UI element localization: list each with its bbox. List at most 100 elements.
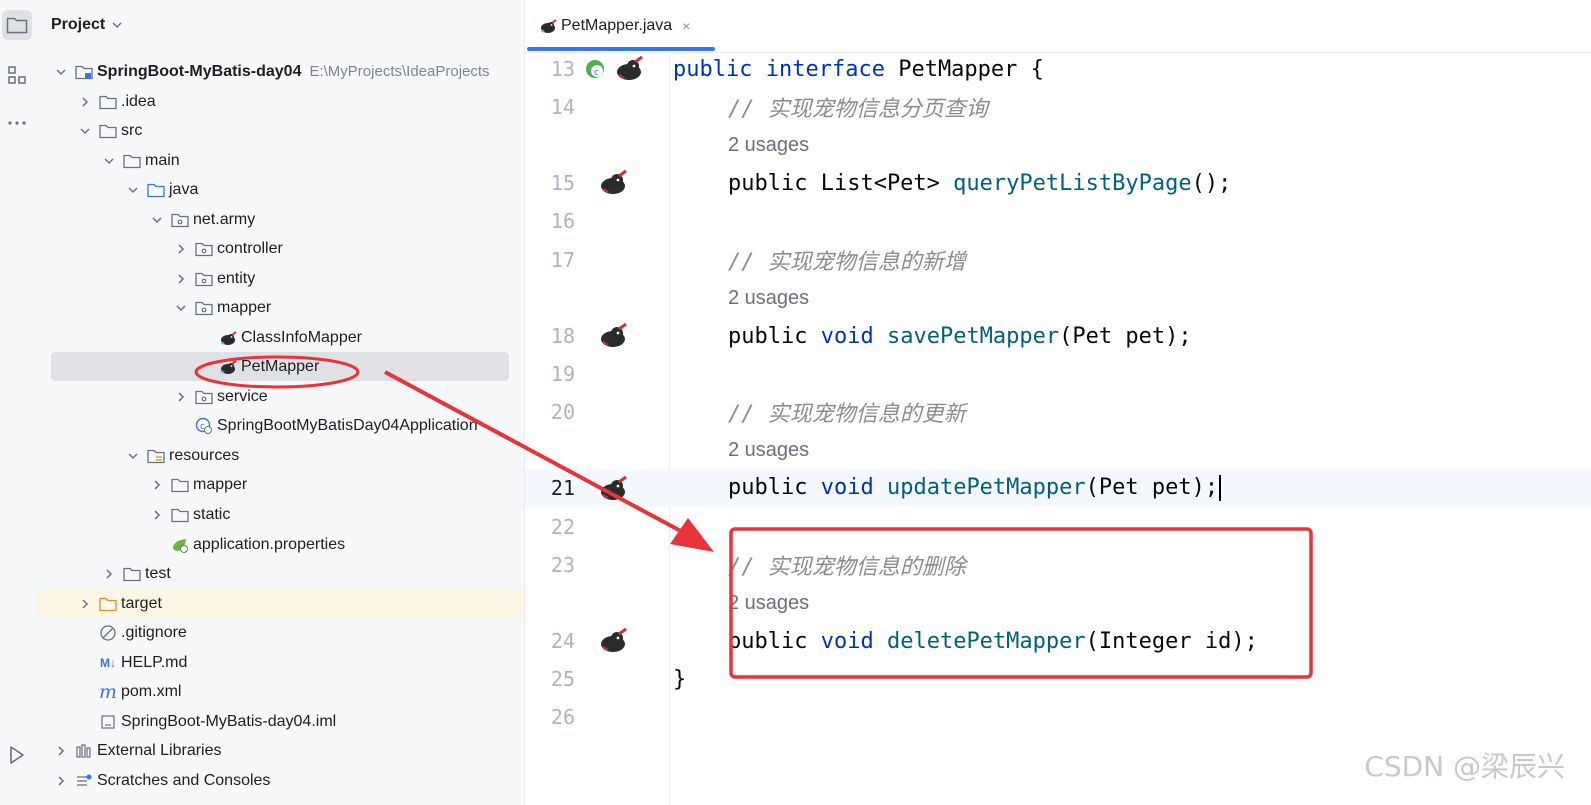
svg-text:c: c bbox=[594, 68, 599, 78]
tree-item-gitignore[interactable]: .gitignore bbox=[37, 618, 524, 647]
spring-bean-gutter-icon[interactable]: c bbox=[583, 55, 615, 83]
tree-label: .gitignore bbox=[121, 623, 187, 641]
mybatis-gutter-icon[interactable] bbox=[597, 627, 629, 655]
chevron-right-icon[interactable] bbox=[149, 507, 165, 523]
folder-icon[interactable] bbox=[2, 10, 32, 40]
chevron-right-icon[interactable] bbox=[53, 743, 69, 759]
chevron-right-icon[interactable] bbox=[77, 94, 93, 110]
line-number: 15 bbox=[550, 171, 575, 195]
resources-folder-icon bbox=[147, 448, 165, 464]
chevron-right-icon[interactable] bbox=[173, 389, 189, 405]
usages-hint-row[interactable]: 2 usages bbox=[525, 279, 1591, 317]
tree-label: External Libraries bbox=[97, 741, 222, 759]
tree-item-entity[interactable]: entity bbox=[37, 264, 524, 293]
chevron-down-icon[interactable] bbox=[125, 448, 141, 464]
tree-item-idea[interactable]: .idea bbox=[37, 87, 524, 116]
tree-item-resources[interactable]: resources bbox=[37, 441, 524, 470]
chevron-down-icon[interactable] bbox=[101, 153, 117, 169]
tree-item-test[interactable]: test bbox=[37, 559, 524, 588]
line-number: 26 bbox=[550, 705, 575, 729]
code-line-24[interactable]: 24 public void deletePetMapper(Integer i… bbox=[525, 622, 1591, 660]
tree-item-classinfomapper[interactable]: ClassInfoMapper bbox=[37, 323, 524, 352]
code-line-26[interactable]: 26 bbox=[525, 698, 1591, 736]
text-caret bbox=[1219, 475, 1222, 501]
tree-item-main[interactable]: main bbox=[37, 146, 524, 175]
code-line-22[interactable]: 22 bbox=[525, 508, 1591, 546]
chevron-down-icon[interactable] bbox=[53, 64, 69, 80]
tree-item-help-md[interactable]: M↓ HELP.md bbox=[37, 648, 524, 677]
tree-item-resources-mapper[interactable]: mapper bbox=[37, 470, 524, 499]
tree-item-pom-xml[interactable]: m pom.xml bbox=[37, 677, 524, 706]
code-line-21[interactable]: 21 public void updatePetMapper(Pet pet); bbox=[525, 469, 1591, 507]
chevron-down-icon[interactable] bbox=[77, 123, 93, 139]
code-line-18[interactable]: 18 public void savePetMapper(Pet pet); bbox=[525, 317, 1591, 355]
tree-item-static[interactable]: static bbox=[37, 500, 524, 529]
tree-item-application-properties[interactable]: application.properties bbox=[37, 530, 524, 559]
code-text: } bbox=[673, 666, 687, 692]
chevron-right-icon[interactable] bbox=[173, 241, 189, 257]
code-line-25[interactable]: 25 } bbox=[525, 660, 1591, 698]
code-comment: // 实现宠物信息的新增 bbox=[728, 250, 966, 275]
mybatis-gutter-icon[interactable] bbox=[597, 322, 629, 350]
tree-item-mapper[interactable]: mapper bbox=[37, 293, 524, 322]
chevron-right-icon[interactable] bbox=[101, 566, 117, 582]
tree-label: pom.xml bbox=[121, 682, 182, 700]
line-number: 20 bbox=[550, 400, 575, 424]
usages-hint[interactable]: 2 usages bbox=[728, 439, 809, 462]
chevron-down-icon[interactable] bbox=[173, 300, 189, 316]
code-comment: // 实现宠物信息分页查询 bbox=[728, 97, 988, 122]
code-line-16[interactable]: 16 bbox=[525, 202, 1591, 240]
mybatis-bird-icon bbox=[219, 359, 237, 375]
tree-item-application-class[interactable]: c SpringBootMyBatisDay04Application bbox=[37, 411, 524, 440]
usages-hint-row[interactable]: 2 usages bbox=[525, 431, 1591, 469]
line-number: 22 bbox=[550, 515, 575, 539]
tree-item-project-root[interactable]: SpringBoot-MyBatis-day04 E:\MyProjects\I… bbox=[37, 57, 524, 86]
usages-hint[interactable]: 2 usages bbox=[728, 287, 809, 310]
run-icon[interactable] bbox=[2, 740, 32, 770]
mybatis-gutter-icon[interactable] bbox=[597, 475, 629, 503]
chevron-down-icon[interactable] bbox=[149, 212, 165, 228]
chevron-right-icon[interactable] bbox=[77, 596, 93, 612]
ignore-file-icon bbox=[99, 624, 117, 641]
excluded-folder-icon bbox=[99, 596, 117, 612]
code-line-17[interactable]: 17 // 实现宠物信息的新增 bbox=[525, 241, 1591, 279]
line-number: 17 bbox=[550, 248, 575, 272]
usages-hint[interactable]: 2 usages bbox=[728, 592, 809, 615]
code-line-13[interactable]: 13 public interface PetMapper { bbox=[525, 50, 1591, 88]
tree-item-external-libraries[interactable]: External Libraries bbox=[37, 736, 524, 765]
line-number: 13 bbox=[550, 57, 575, 81]
folder-icon bbox=[171, 477, 189, 493]
chevron-down-icon[interactable] bbox=[125, 182, 141, 198]
tree-item-target[interactable]: target bbox=[37, 589, 524, 618]
tree-item-petmapper[interactable]: PetMapper bbox=[37, 352, 524, 381]
structure-icon[interactable] bbox=[2, 60, 32, 90]
project-root-label: SpringBoot-MyBatis-day04 bbox=[97, 62, 302, 80]
tab-petmapper-java[interactable]: PetMapper.java × bbox=[525, 0, 715, 52]
close-icon[interactable]: × bbox=[682, 18, 690, 34]
project-panel: Project SpringBoot-MyBatis-day04 E:\MyPr… bbox=[37, 0, 525, 805]
chevron-right-icon[interactable] bbox=[173, 271, 189, 287]
code-line-14[interactable]: 14 // 实现宠物信息分页查询 bbox=[525, 88, 1591, 126]
tree-item-service[interactable]: service bbox=[37, 382, 524, 411]
chevron-right-icon[interactable] bbox=[149, 477, 165, 493]
usages-hint[interactable]: 2 usages bbox=[728, 134, 809, 157]
tree-item-java[interactable]: java bbox=[37, 175, 524, 204]
usages-hint-row[interactable]: 2 usages bbox=[525, 584, 1591, 622]
project-panel-header[interactable]: Project bbox=[51, 16, 123, 34]
mybatis-gutter-icon[interactable] bbox=[597, 169, 629, 197]
tree-item-scratches[interactable]: Scratches and Consoles bbox=[37, 766, 524, 795]
code-line-20[interactable]: 20 // 实现宠物信息的更新 bbox=[525, 393, 1591, 431]
more-icon[interactable] bbox=[2, 108, 32, 138]
tree-item-iml[interactable]: SpringBoot-MyBatis-day04.iml bbox=[37, 707, 524, 736]
chevron-right-icon[interactable] bbox=[53, 773, 69, 789]
code-line-19[interactable]: 19 bbox=[525, 355, 1591, 393]
tree-item-controller[interactable]: controller bbox=[37, 234, 524, 263]
tree-item-src[interactable]: src bbox=[37, 116, 524, 145]
package-icon bbox=[195, 300, 213, 316]
usages-hint-row[interactable]: 2 usages bbox=[525, 126, 1591, 164]
code-line-15[interactable]: 15 public List<Pet> queryPetListByPage()… bbox=[525, 164, 1591, 202]
code-line-23[interactable]: 23 // 实现宠物信息的删除 bbox=[525, 546, 1591, 584]
tree-item-net-army[interactable]: net.army bbox=[37, 205, 524, 234]
mybatis-gutter-icon[interactable] bbox=[613, 55, 645, 83]
tree-label: static bbox=[193, 505, 231, 523]
